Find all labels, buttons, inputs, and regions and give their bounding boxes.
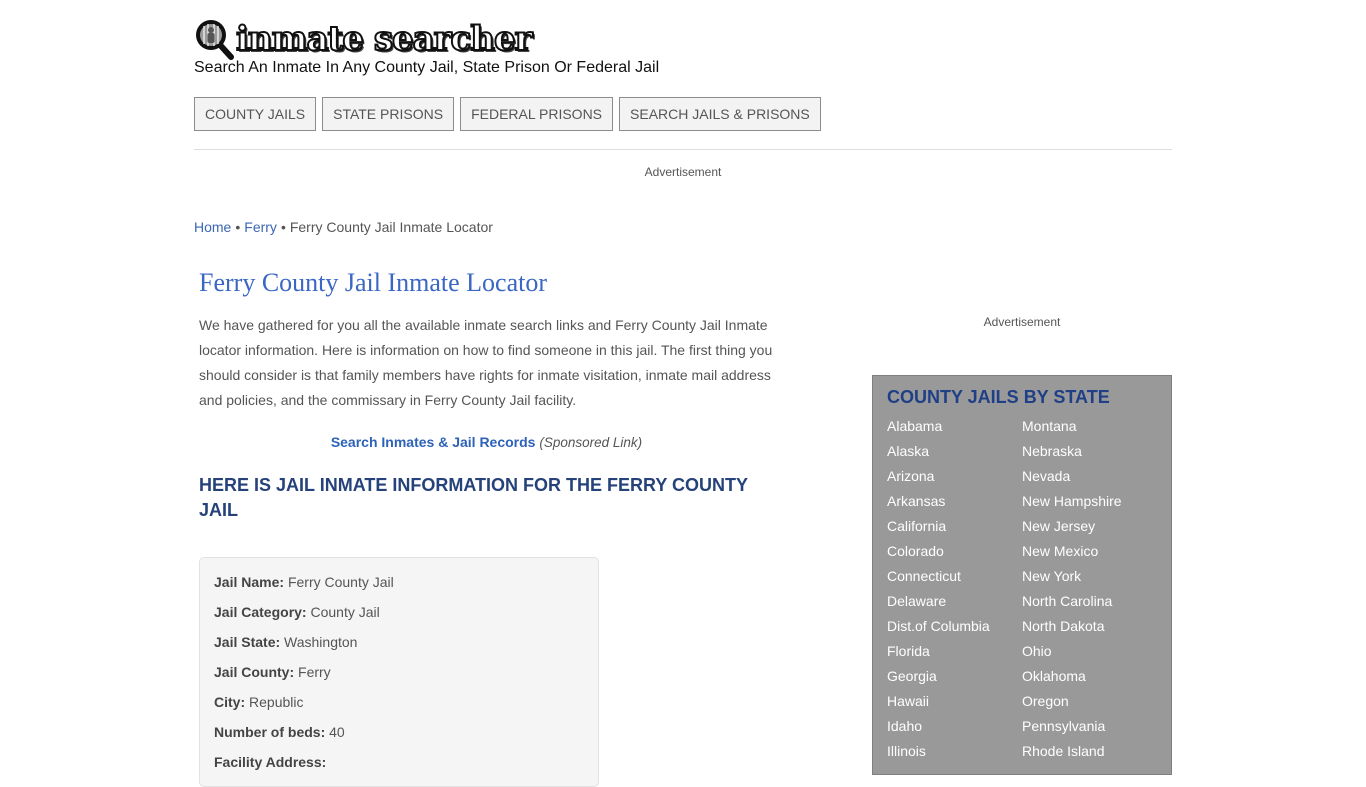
state-link[interactable]: Hawaii: [887, 689, 1022, 714]
info-label: Jail State:: [214, 634, 281, 650]
info-jail-county: Jail County: Ferry: [214, 662, 584, 682]
main-nav: COUNTY JAILS STATE PRISONS FEDERAL PRISO…: [194, 97, 821, 131]
breadcrumb-home[interactable]: Home: [194, 219, 231, 235]
info-jail-name: Jail Name: Ferry County Jail: [214, 572, 584, 592]
breadcrumb-current: Ferry County Jail Inmate Locator: [289, 219, 493, 235]
info-jail-category: Jail Category: County Jail: [214, 602, 584, 622]
sponsored-block: Search Inmates & Jail Records (Sponsored…: [199, 434, 774, 450]
info-value: Washington: [284, 634, 358, 650]
states-grid: Alabama Montana Alaska Nebraska Arizona Nevad…: [887, 414, 1157, 764]
state-link[interactable]: Arizona: [887, 464, 1022, 489]
state-link[interactable]: Oregon: [1022, 689, 1162, 714]
state-link[interactable]: Illinois: [887, 739, 1022, 764]
info-value: Ferry County Jail: [287, 574, 394, 590]
state-link[interactable]: Montana: [1022, 414, 1162, 439]
logo-text: inmate searcher: [235, 19, 533, 59]
state-link[interactable]: California: [887, 514, 1022, 539]
info-value: Ferry: [298, 664, 331, 680]
advertisement-label: Advertisement: [644, 165, 722, 179]
state-link[interactable]: Arkansas: [887, 489, 1022, 514]
info-jail-state: Jail State: Washington: [214, 632, 584, 652]
nav-state-prisons[interactable]: STATE PRISONS: [322, 97, 455, 131]
state-link[interactable]: New York: [1022, 564, 1162, 589]
info-label: Jail Name:: [214, 574, 285, 590]
nav-county-jails[interactable]: COUNTY JAILS: [194, 97, 317, 131]
info-label: Jail County:: [214, 664, 295, 680]
state-link[interactable]: New Mexico: [1022, 539, 1162, 564]
info-value: 40: [329, 724, 345, 740]
nav-search-jails-prisons[interactable]: SEARCH JAILS & PRISONS: [619, 97, 821, 131]
magnifier-inmate-icon: [194, 18, 234, 60]
info-number-of-beds: Number of beds: 40: [214, 722, 584, 742]
state-link[interactable]: New Jersey: [1022, 514, 1162, 539]
info-label: City:: [214, 694, 246, 710]
info-facility-address: Facility Address:: [214, 752, 584, 772]
states-title: COUNTY JAILS BY STATE: [887, 387, 1110, 407]
state-link[interactable]: Alaska: [887, 439, 1022, 464]
breadcrumb-separator: •: [280, 219, 286, 235]
state-link[interactable]: Colorado: [887, 539, 1022, 564]
header-divider: [194, 149, 1172, 150]
breadcrumb-ferry[interactable]: Ferry: [244, 219, 277, 235]
state-link[interactable]: Idaho: [887, 714, 1022, 739]
info-value: Republic: [249, 694, 304, 710]
info-label: Number of beds:: [214, 724, 326, 740]
state-link[interactable]: Alabama: [887, 414, 1022, 439]
section-title: HERE IS JAIL INMATE INFORMATION FOR THE …: [199, 475, 748, 520]
state-link[interactable]: Georgia: [887, 664, 1022, 689]
state-link[interactable]: Florida: [887, 639, 1022, 664]
state-link[interactable]: North Carolina: [1022, 589, 1162, 614]
state-link[interactable]: Ohio: [1022, 639, 1162, 664]
state-link[interactable]: Nevada: [1022, 464, 1162, 489]
state-link[interactable]: Delaware: [887, 589, 1022, 614]
site-logo[interactable]: inmate searcher: [194, 18, 533, 60]
state-link[interactable]: Dist.of Columbia: [887, 614, 1022, 639]
state-link[interactable]: New Hampshire: [1022, 489, 1162, 514]
intro-paragraph: We have gathered for you all the availab…: [199, 317, 773, 408]
sponsored-note: (Sponsored Link): [539, 435, 643, 450]
state-link[interactable]: Pennsylvania: [1022, 714, 1162, 739]
sidebar-advertisement-label: Advertisement: [983, 315, 1061, 329]
county-jails-by-state: COUNTY JAILS BY STATE Alabama Montana Alas…: [872, 375, 1172, 775]
state-link[interactable]: Oklahoma: [1022, 664, 1162, 689]
state-link[interactable]: Connecticut: [887, 564, 1022, 589]
search-inmates-link[interactable]: Search Inmates & Jail Records: [331, 434, 536, 450]
jail-info-box: Jail Name: Ferry County Jail Jail Catego…: [199, 557, 599, 787]
site-tagline: Search An Inmate In Any County Jail, Sta…: [194, 59, 660, 76]
info-label: Jail Category:: [214, 604, 307, 620]
state-link[interactable]: Rhode Island: [1022, 739, 1162, 764]
info-value: County Jail: [310, 604, 380, 620]
main-content: Ferry County Jail Inmate Locator We have…: [199, 266, 774, 787]
state-link[interactable]: North Dakota: [1022, 614, 1162, 639]
info-city: City: Republic: [214, 692, 584, 712]
nav-federal-prisons[interactable]: FEDERAL PRISONS: [460, 97, 614, 131]
state-link[interactable]: Nebraska: [1022, 439, 1162, 464]
breadcrumb-separator: •: [235, 219, 241, 235]
breadcrumb: Home • Ferry • Ferry County Jail Inmate Loca…: [194, 219, 493, 235]
page-title: Ferry County Jail Inmate Locator: [199, 268, 548, 297]
